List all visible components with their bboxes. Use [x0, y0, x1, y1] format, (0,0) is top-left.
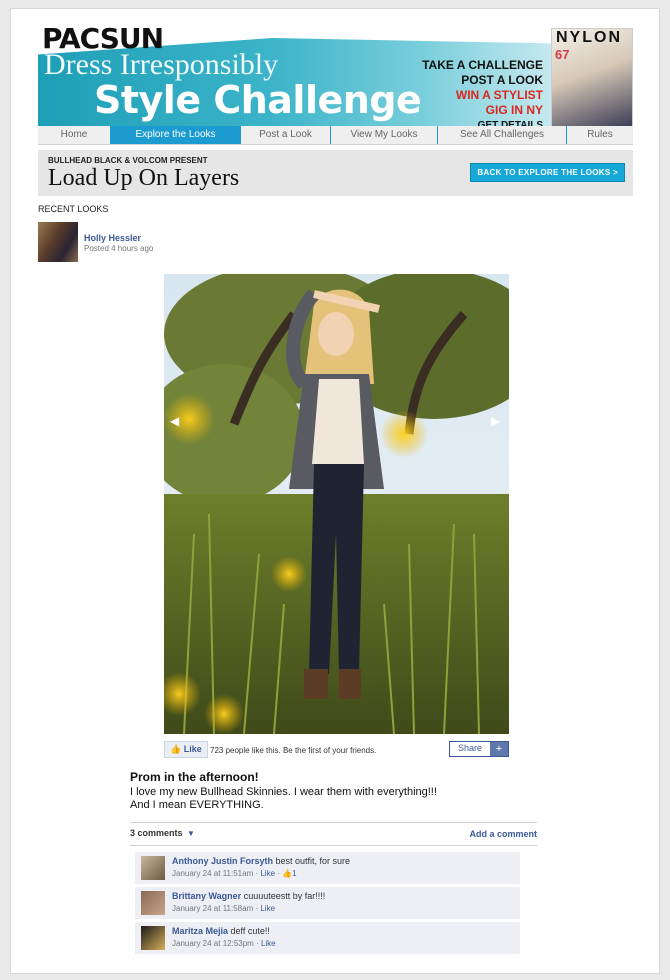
- promo-line: TAKE A CHALLENGE: [422, 58, 543, 72]
- share-button[interactable]: Share +: [448, 741, 509, 757]
- chevron-down-icon: ▼: [187, 829, 195, 838]
- previous-photo-arrow[interactable]: ◀: [170, 414, 179, 428]
- challenge-title: Load Up On Layers: [48, 165, 240, 191]
- poster-avatar[interactable]: [38, 222, 78, 262]
- commenter-name[interactable]: Maritza Mejia: [172, 926, 228, 936]
- comment-item: Anthony Justin Forsyth best outfit, for …: [135, 852, 520, 885]
- commenter-name[interactable]: Brittany Wagner: [172, 891, 241, 901]
- commenter-avatar[interactable]: [141, 891, 165, 915]
- post-title: Prom in the afternoon!: [130, 770, 259, 784]
- tab-home[interactable]: Home: [38, 126, 111, 144]
- thumbs-up-icon: 👍: [282, 869, 293, 878]
- post-body: I love my new Bullhead Skinnies. I wear …: [130, 786, 437, 811]
- tab-explore-the-looks[interactable]: Explore the Looks: [111, 126, 241, 144]
- comment-text-line: Maritza Mejia deff cute!!: [172, 926, 270, 936]
- comments-count: 3 comments: [130, 828, 183, 838]
- comment-time: January 24 at 12:53pm: [172, 939, 254, 948]
- comment-text-line: Anthony Justin Forsyth best outfit, for …: [172, 856, 350, 866]
- look-photo[interactable]: [164, 274, 509, 734]
- promo-highlight: WIN A STYLIST: [455, 88, 543, 102]
- next-photo-arrow[interactable]: ▶: [491, 414, 500, 428]
- back-to-explore-button[interactable]: BACK TO EXPLORE THE LOOKS >: [470, 163, 625, 182]
- share-label: Share: [449, 742, 490, 756]
- comment-meta: January 24 at 12:53pm · Like: [172, 939, 276, 948]
- meta-separator: ·: [253, 939, 261, 948]
- recent-looks-label: RECENT LOOKS: [38, 204, 109, 214]
- comment-like-link[interactable]: Like: [261, 939, 276, 948]
- comment-time: January 24 at 11:58am: [172, 904, 254, 913]
- challenge-header: BULLHEAD BLACK & VOLCOM PRESENT Load Up …: [38, 150, 633, 196]
- thumbs-up-icon: 👍: [170, 744, 182, 754]
- look-photo-illustration: [164, 274, 509, 734]
- add-comment-link[interactable]: Add a comment: [469, 829, 537, 839]
- comment-text-line: Brittany Wagner cuuuuteestt by far!!!!: [172, 891, 325, 901]
- comment-text: cuuuuteestt by far!!!!: [243, 891, 326, 901]
- magazine-number: 67: [555, 47, 570, 62]
- comment-item: Brittany Wagner cuuuuteestt by far!!!! J…: [135, 887, 520, 920]
- header-banner[interactable]: PACSUN Dress Irresponsibly Style Challen…: [38, 20, 633, 131]
- comment-item: Maritza Mejia deff cute!! January 24 at …: [135, 922, 520, 955]
- main-nav: Home Explore the Looks Post a Look View …: [38, 126, 633, 145]
- plus-icon[interactable]: +: [490, 742, 508, 756]
- comments-bar: 3 comments ▼ Add a comment: [130, 822, 537, 846]
- tab-post-a-look[interactable]: Post a Look: [241, 126, 331, 144]
- magazine-cover-image[interactable]: NYLON 67: [551, 28, 633, 128]
- banner-tagline: Dress Irresponsibly: [44, 48, 279, 81]
- comment-meta: January 24 at 11:51am · Like · 👍1: [172, 869, 297, 878]
- commenter-avatar[interactable]: [141, 926, 165, 950]
- comment-text: best outfit, for sure: [275, 856, 351, 866]
- tab-see-all-challenges[interactable]: See All Challenges: [438, 126, 567, 144]
- comment-like-link[interactable]: Like: [260, 904, 275, 913]
- comment-like-count[interactable]: 1: [292, 869, 296, 878]
- promo-line: POST A LOOK: [461, 73, 543, 87]
- tab-view-my-looks[interactable]: View My Looks: [331, 126, 438, 144]
- commenter-name[interactable]: Anthony Justin Forsyth: [172, 856, 273, 866]
- like-button-label: Like: [183, 744, 202, 754]
- like-button[interactable]: 👍 Like: [164, 741, 208, 758]
- comment-like-link[interactable]: Like: [260, 869, 275, 878]
- like-summary: 723 people like this. Be the first of yo…: [210, 746, 377, 755]
- magazine-title: NYLON: [556, 29, 622, 46]
- promo-block[interactable]: TAKE A CHALLENGE POST A LOOK WIN A STYLI…: [422, 58, 543, 133]
- comment-time: January 24 at 11:51am: [172, 869, 254, 878]
- comment-text: deff cute!!: [230, 926, 270, 936]
- like-bar: 👍 Like 723 people like this. Be the firs…: [164, 741, 509, 759]
- tab-rules[interactable]: Rules: [567, 126, 633, 144]
- post-timestamp: Posted 4 hours ago: [84, 244, 154, 253]
- commenter-avatar[interactable]: [141, 856, 165, 880]
- poster-name-link[interactable]: Holly Hessler: [84, 233, 141, 243]
- comment-meta: January 24 at 11:58am · Like: [172, 904, 275, 913]
- banner-title: Style Challenge: [94, 78, 422, 122]
- challenge-presenter: BULLHEAD BLACK & VOLCOM PRESENT: [48, 156, 208, 165]
- promo-highlight: GIG IN NY: [485, 103, 543, 117]
- comments-count-toggle[interactable]: 3 comments ▼: [130, 828, 195, 838]
